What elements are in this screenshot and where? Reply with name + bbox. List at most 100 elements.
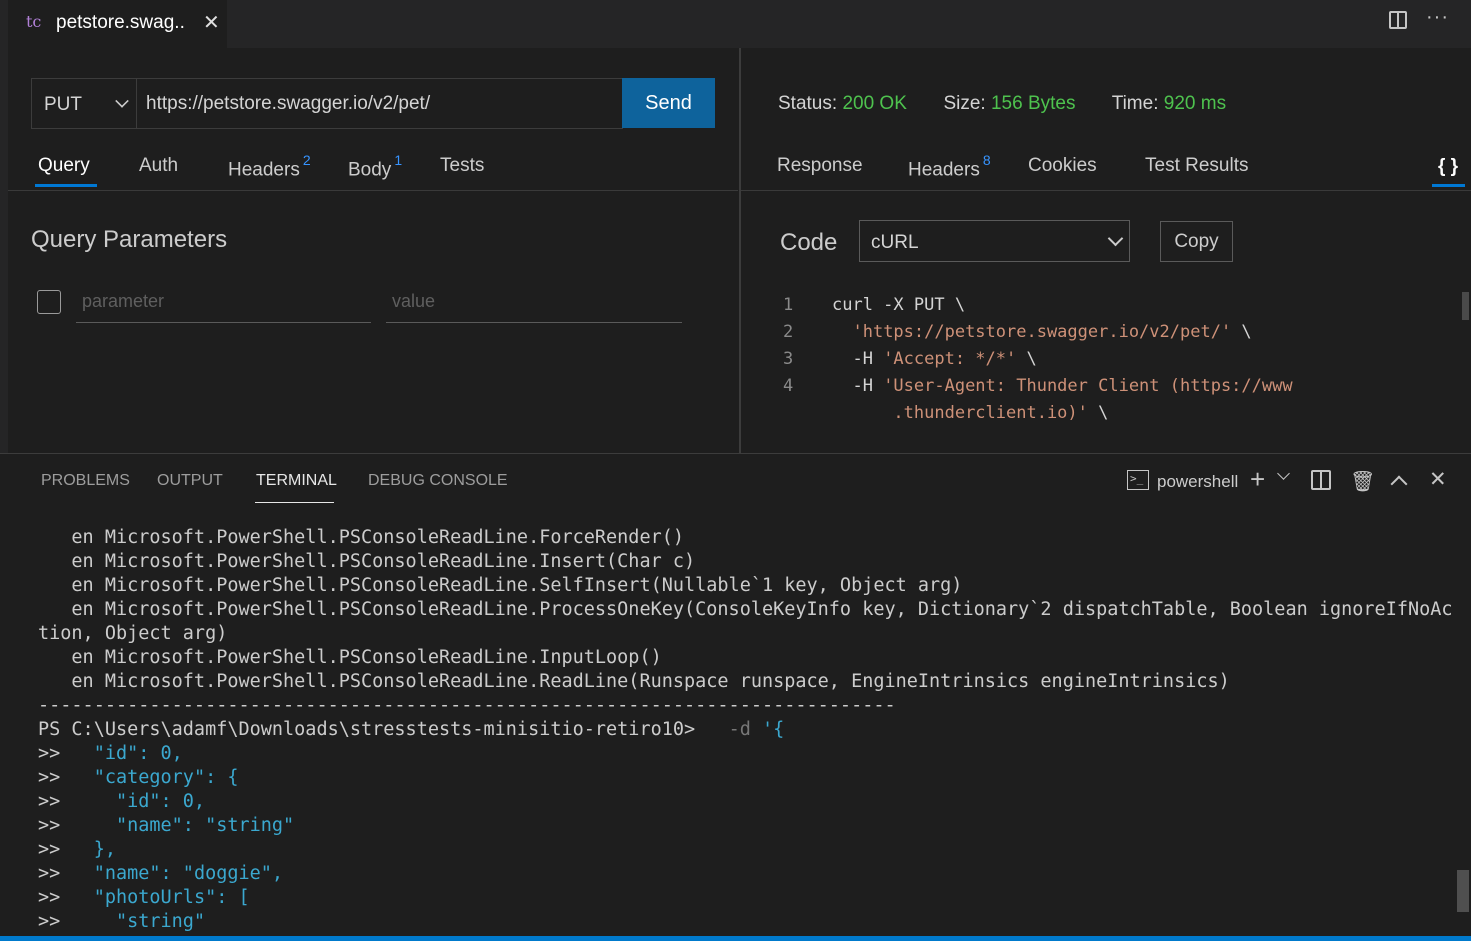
request-tab-query[interactable]: Query [38, 155, 90, 177]
code-token: -H [832, 349, 884, 369]
tab-label: Body [348, 159, 392, 181]
terminal-line: >> "name": "doggie", [38, 862, 1453, 886]
terminal-line: en Microsoft.PowerShell.PSConsoleReadLin… [38, 574, 1453, 598]
request-tab-body[interactable]: Body 1 [348, 152, 402, 181]
panel-tab-problems[interactable]: PROBLEMS [41, 472, 130, 490]
terminal-token: "category": { [93, 767, 239, 788]
tab-label: Cookies [1028, 155, 1097, 176]
tab-label: Test Results [1145, 155, 1249, 176]
thunder-client-icon: tc [26, 12, 42, 31]
terminal-token: >> [38, 791, 116, 812]
panel-tab-terminal[interactable]: TERMINAL [256, 472, 337, 490]
terminal-token: "id": 0, [93, 743, 183, 764]
scrollbar[interactable] [1457, 870, 1469, 912]
tab-count-badge: 2 [302, 152, 311, 168]
editor-tab-title: petstore.swag.. [56, 12, 185, 33]
response-tab-test-results[interactable]: Test Results [1145, 155, 1248, 177]
terminal-token: '{ [750, 719, 785, 740]
terminal-token: "name": "doggie", [93, 863, 284, 884]
terminal-token: tion, Object arg) [38, 623, 228, 644]
value-input[interactable]: value [386, 284, 682, 323]
terminal-token: en Microsoft.PowerShell.PSConsoleReadLin… [38, 575, 963, 596]
code-language-select[interactable]: cURL [859, 220, 1130, 262]
url-text: https://petstore.swagger.io/v2/pet/ [146, 93, 431, 114]
line-number: 3 [783, 349, 794, 369]
code-token: \ [1087, 403, 1109, 423]
panel-tab-output[interactable]: OUTPUT [157, 472, 223, 490]
active-tab-indicator [255, 502, 334, 503]
line-number: 4 [783, 376, 794, 396]
response-tab-response[interactable]: Response [777, 155, 863, 177]
terminal-token: PS C:\Users\adamf\Downloads\stresstests-… [38, 719, 729, 740]
code-line: .thunderclient.io)' \ [832, 403, 1108, 423]
plus-icon[interactable]: + [1250, 464, 1265, 495]
code-token: 'https://petstore.swagger.io/v2/pet/' [852, 322, 1232, 342]
tab-label: Headers [908, 159, 980, 181]
response-tab-cookies[interactable]: Cookies [1028, 155, 1097, 177]
pane-divider[interactable] [739, 48, 741, 453]
editor-tab-petstore[interactable]: tc petstore.swag.. ✕ [8, 0, 227, 48]
divider [8, 190, 738, 191]
code-token: .thunderclient.io)' [893, 403, 1088, 423]
terminal-line: >> "id": 0, [38, 742, 1453, 766]
value-placeholder: value [392, 291, 436, 311]
close-icon[interactable]: ✕ [1429, 467, 1447, 492]
code-snippet-tab[interactable]: { } [1438, 156, 1458, 178]
terminal-token: "string" [115, 911, 206, 932]
terminal-line: >> "string" [38, 910, 1453, 934]
time-value: 920 ms [1163, 93, 1227, 114]
request-tab-tests[interactable]: Tests [440, 155, 484, 177]
code-label: Code [780, 229, 838, 256]
code-line: -H 'Accept: */*' \ [832, 349, 1036, 369]
url-input[interactable]: https://petstore.swagger.io/v2/pet/ [136, 78, 623, 129]
scrollbar[interactable] [1462, 292, 1469, 320]
status-label: Status: [778, 93, 838, 114]
more-actions-icon[interactable]: ··· [1426, 6, 1449, 29]
response-summary: Status: 200 OK Size: 156 Bytes Time: 920… [778, 93, 1226, 115]
copy-button[interactable]: Copy [1160, 221, 1233, 262]
terminal-line: >> "id": 0, [38, 790, 1453, 814]
split-editor-icon[interactable] [1389, 11, 1407, 29]
size-label: Size: [943, 93, 986, 114]
parameter-checkbox[interactable] [37, 290, 61, 314]
active-tab-indicator [35, 184, 97, 187]
code-token: 'Accept: */*' [883, 349, 1017, 369]
code-token: 'User-Agent: Thunder Client (https://www [883, 376, 1293, 396]
tab-count-badge: 8 [982, 152, 991, 168]
tab-label: Response [777, 155, 863, 176]
line-number: 1 [783, 295, 794, 315]
code-token: -H [832, 376, 884, 396]
trash-icon[interactable]: 🗑 [1350, 469, 1375, 494]
terminal-token: "photoUrls": [ [93, 887, 250, 908]
tab-label: Auth [139, 155, 179, 176]
terminal-token: >> [38, 839, 94, 860]
terminal-shell-label[interactable]: powershell [1157, 472, 1238, 492]
split-icon[interactable] [1311, 470, 1331, 490]
terminal-icon: >_ [1127, 470, 1149, 490]
parameter-input[interactable]: parameter [76, 284, 371, 323]
terminal-line: en Microsoft.PowerShell.PSConsoleReadLin… [38, 670, 1453, 694]
status-value: 200 OK [842, 93, 907, 114]
request-tab-headers[interactable]: Headers 2 [228, 152, 311, 181]
terminal-output[interactable]: en Microsoft.PowerShell.PSConsoleReadLin… [38, 526, 1453, 934]
chevron-down-icon [115, 94, 129, 108]
parameter-placeholder: parameter [82, 291, 165, 311]
terminal-token: en Microsoft.PowerShell.PSConsoleReadLin… [38, 527, 685, 548]
terminal-line: PS C:\Users\adamf\Downloads\stresstests-… [38, 718, 1453, 742]
tab-label: Tests [440, 155, 485, 176]
terminal-token: en Microsoft.PowerShell.PSConsoleReadLin… [38, 647, 662, 668]
tab-label: Query [38, 155, 90, 176]
response-tab-headers[interactable]: Headers 8 [908, 152, 991, 181]
send-button[interactable]: Send [622, 78, 715, 128]
code-line: 'https://petstore.swagger.io/v2/pet/' \ [832, 322, 1251, 342]
panel-tab-debug-console[interactable]: DEBUG CONSOLE [368, 472, 508, 490]
request-tab-auth[interactable]: Auth [139, 155, 178, 177]
terminal-line: en Microsoft.PowerShell.PSConsoleReadLin… [38, 598, 1453, 622]
query-parameters-title: Query Parameters [31, 226, 228, 253]
method-select[interactable]: PUT [31, 78, 137, 129]
terminal-token: >> [38, 815, 116, 836]
close-icon[interactable]: ✕ [203, 10, 220, 35]
terminal-token: >> [38, 911, 116, 932]
